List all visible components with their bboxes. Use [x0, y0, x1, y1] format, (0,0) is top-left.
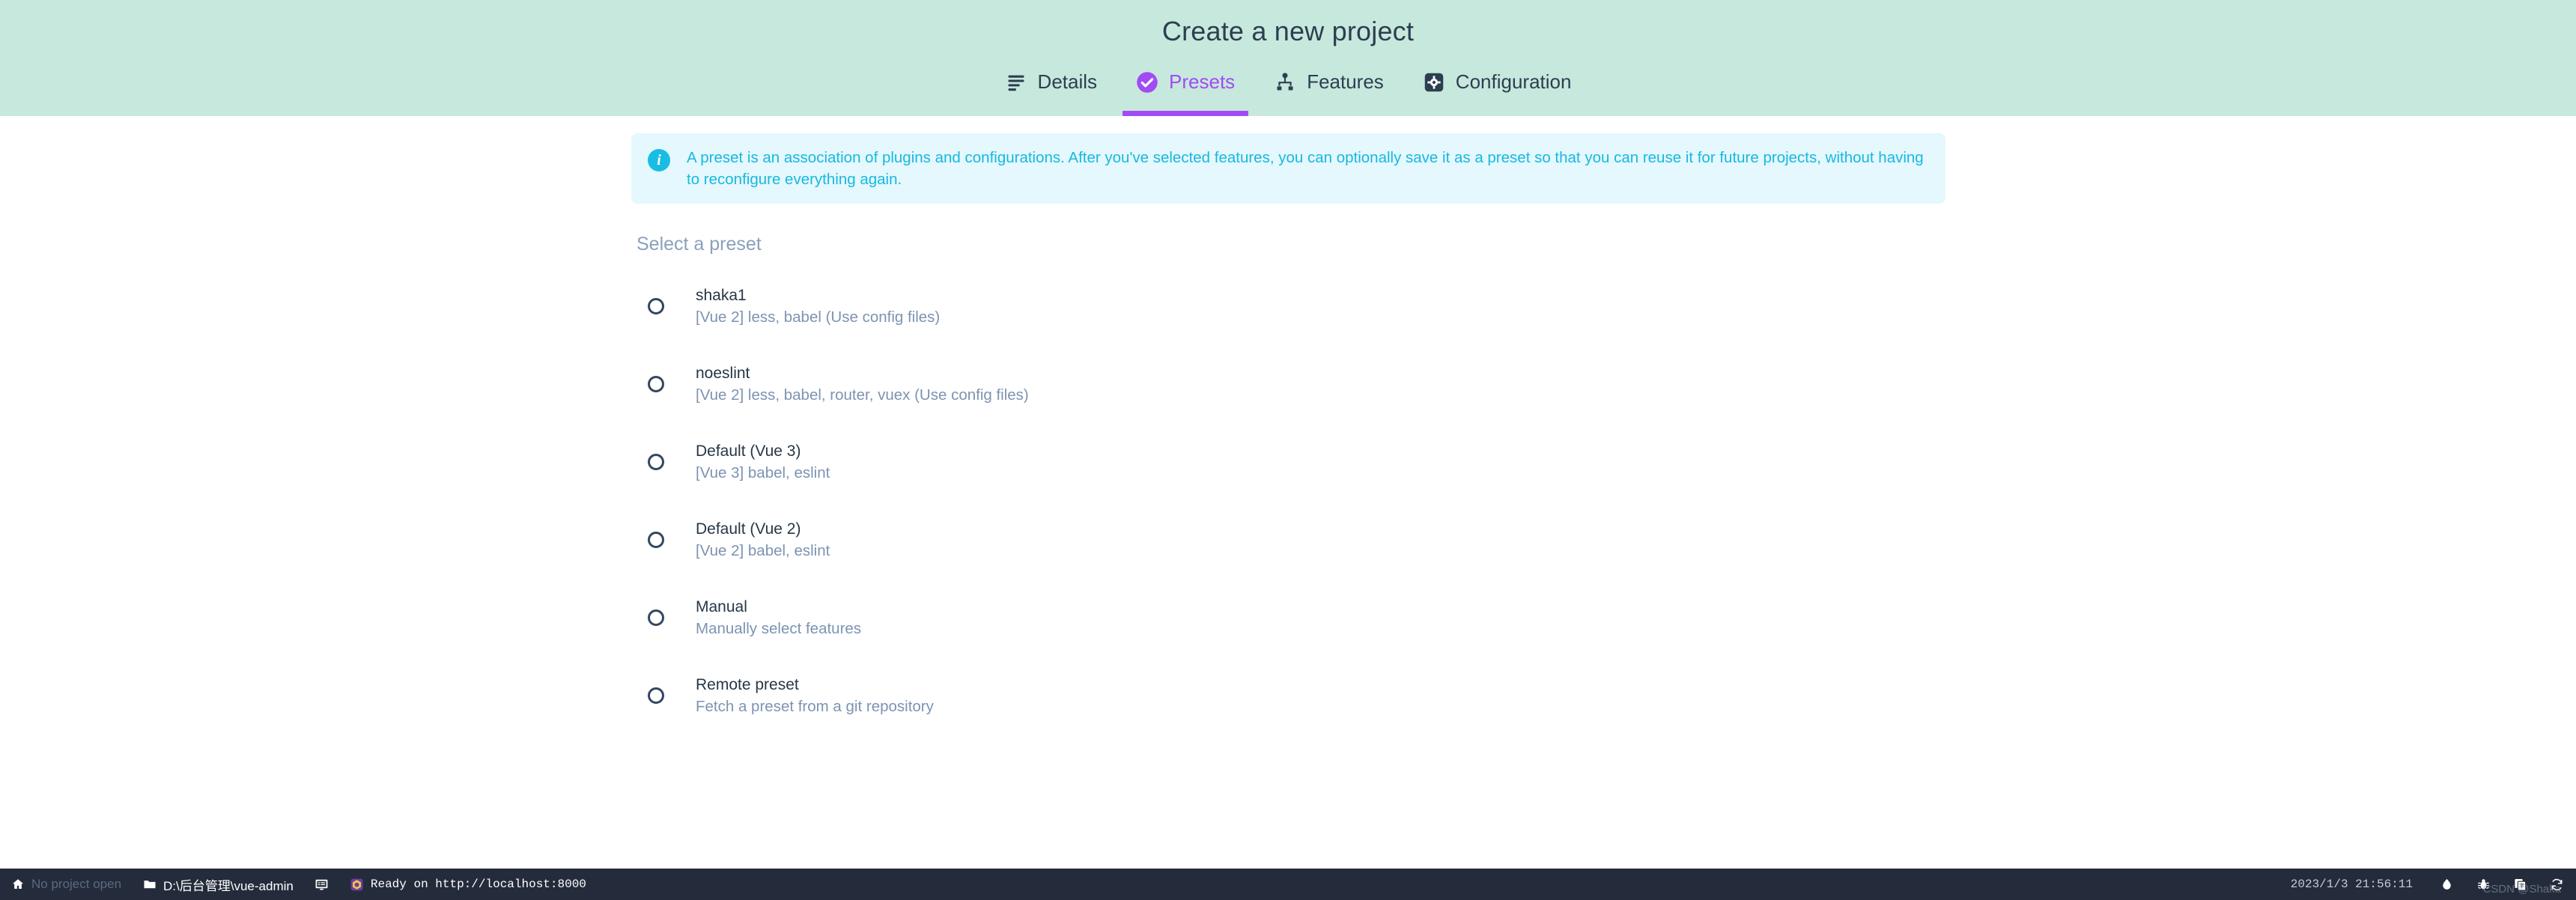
preset-name: Default (Vue 2): [696, 520, 801, 538]
tab-features[interactable]: Features: [1254, 64, 1403, 116]
page-title: Create a new project: [1161, 16, 1415, 46]
folder-icon: [142, 878, 157, 892]
preset-description: [Vue 2] babel, eslint: [696, 541, 830, 559]
preset-name: shaka1: [696, 286, 747, 304]
tab-details-label: Details: [1037, 70, 1098, 93]
status-bar-right: 2023/1/3 21:56:11 字: [2291, 878, 2566, 892]
page-header: Create a new project Details Presets Fea…: [0, 0, 2576, 116]
preset-option-manual[interactable]: Manual Manually select features: [631, 579, 1945, 657]
page-body: i A preset is an association of plugins …: [0, 116, 2576, 869]
tab-configuration-label: Configuration: [1455, 70, 1572, 93]
tab-presets[interactable]: Presets: [1117, 64, 1254, 116]
preset-description: [Vue 2] less, babel (Use config files): [696, 308, 941, 326]
radio-icon[interactable]: [648, 454, 664, 471]
language-icon[interactable]: 字: [2513, 878, 2527, 892]
info-banner-text: A preset is an association of plugins an…: [687, 149, 1924, 189]
preset-list: shaka1 [Vue 2] less, babel (Use config f…: [631, 267, 1945, 735]
preset-name: Default (Vue 3): [696, 442, 801, 460]
preset-option-shaka1[interactable]: shaka1 [Vue 2] less, babel (Use config f…: [631, 267, 1945, 345]
preset-description: Manually select features: [696, 619, 862, 637]
svg-text:字: 字: [2519, 882, 2524, 889]
preset-texts: shaka1 [Vue 2] less, babel (Use config f…: [696, 287, 940, 326]
webpack-icon: [350, 878, 364, 892]
preset-option-noeslint[interactable]: noeslint [Vue 2] less, babel, router, vu…: [631, 345, 1945, 423]
preset-description: [Vue 2] less, babel, router, vuex (Use c…: [696, 386, 1029, 404]
status-datetime: 2023/1/3 21:56:11: [2290, 878, 2413, 891]
status-path-label: D:\后台管理\vue-admin: [163, 878, 294, 893]
preset-texts: Remote preset Fetch a preset from a git …: [696, 676, 934, 716]
status-task-label: Ready on http://localhost:8000: [370, 878, 586, 891]
cli-ui-window: Create a new project Details Presets Fea…: [0, 0, 2576, 900]
wizard-tabs: Details Presets Features Configuration: [985, 64, 1591, 116]
bug-icon[interactable]: [2476, 878, 2491, 892]
radio-icon[interactable]: [648, 298, 664, 315]
radio-icon[interactable]: [648, 376, 664, 393]
preset-option-default-vue3[interactable]: Default (Vue 3) [Vue 3] babel, eslint: [631, 423, 1945, 501]
status-bar: No project open D:\后台管理\vue-admin Ready …: [0, 869, 2576, 900]
sitemap-icon: [1274, 71, 1296, 94]
status-bar-left: No project open D:\后台管理\vue-admin Ready …: [10, 875, 607, 894]
preset-texts: Default (Vue 3) [Vue 3] babel, eslint: [696, 443, 830, 482]
home-icon: [10, 878, 25, 892]
status-project[interactable]: No project open: [10, 877, 121, 892]
radio-icon[interactable]: [648, 687, 664, 705]
tab-presets-label: Presets: [1169, 70, 1236, 93]
status-project-label: No project open: [31, 877, 122, 891]
preset-texts: Manual Manually select features: [696, 598, 861, 638]
refresh-icon[interactable]: [2550, 878, 2564, 892]
preset-texts: Default (Vue 2) [Vue 2] babel, eslint: [696, 520, 830, 560]
preset-option-remote-preset[interactable]: Remote preset Fetch a preset from a git …: [631, 657, 1945, 735]
radio-icon[interactable]: [648, 532, 664, 549]
preset-texts: noeslint [Vue 2] less, babel, router, vu…: [696, 365, 1029, 404]
preset-option-default-vue2[interactable]: Default (Vue 2) [Vue 2] babel, eslint: [631, 501, 1945, 579]
status-console[interactable]: [315, 878, 329, 892]
radio-icon[interactable]: [648, 609, 664, 627]
tab-details[interactable]: Details: [985, 64, 1117, 116]
contrast-icon[interactable]: [2440, 878, 2454, 892]
section-heading: Select a preset: [637, 234, 762, 255]
preset-name: Manual: [696, 598, 747, 615]
preset-description: [Vue 3] babel, eslint: [696, 463, 830, 481]
preset-description: Fetch a preset from a git repository: [696, 697, 934, 715]
status-path[interactable]: D:\后台管理\vue-admin: [142, 875, 294, 894]
info-icon: i: [648, 149, 670, 171]
tab-configuration[interactable]: Configuration: [1403, 64, 1591, 116]
preset-name: Remote preset: [696, 675, 799, 693]
tab-features-label: Features: [1307, 70, 1384, 93]
console-icon: [315, 878, 329, 892]
info-banner: i A preset is an association of plugins …: [631, 133, 1945, 204]
list-lines-icon: [1005, 71, 1027, 94]
check-circle-icon: [1136, 71, 1158, 94]
preset-name: noeslint: [696, 364, 750, 382]
status-task[interactable]: Ready on http://localhost:8000: [350, 878, 586, 892]
content-column: i A preset is an association of plugins …: [631, 116, 1945, 735]
gear-icon: [1423, 71, 1445, 94]
